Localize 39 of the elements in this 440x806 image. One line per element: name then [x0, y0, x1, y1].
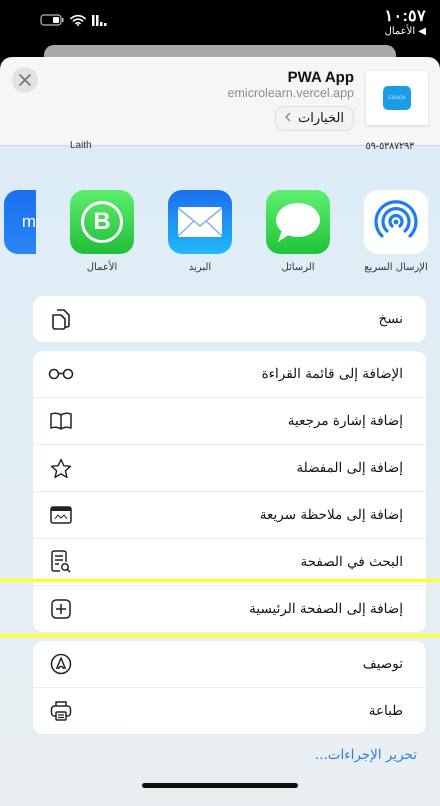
airdrop-icon[interactable] [364, 190, 428, 254]
pen-circle-icon [50, 653, 72, 675]
printer-icon [50, 700, 72, 722]
chevron-icon [285, 112, 292, 122]
action-row[interactable]: الإضافة إلى قائمة القراءة [33, 351, 426, 397]
app-label: البريد [188, 262, 212, 273]
contact-name[interactable]: Laith [70, 140, 92, 151]
clock: ١٠:٥٧ [384, 7, 426, 25]
wifi-icon [70, 14, 86, 26]
note-icon [50, 506, 72, 524]
action-row[interactable]: نسخ [33, 296, 426, 342]
app-label: الأعمال [86, 262, 118, 273]
close-button[interactable] [12, 67, 38, 93]
close-icon [19, 74, 31, 86]
glasses-icon [48, 368, 74, 380]
edit-actions-link[interactable]: تحرير الإجراءات... [314, 747, 417, 763]
app-icon[interactable]: m [4, 190, 36, 254]
action-row[interactable]: إضافة إلى المفضلة [33, 444, 426, 491]
chat-bubble-icon[interactable] [266, 190, 330, 254]
action-row[interactable]: إضافة إلى الصفحة الرئيسية [33, 585, 426, 632]
envelope-icon[interactable] [168, 190, 232, 254]
action-row[interactable]: إضافة إلى ملاحظة سريعة [33, 491, 426, 538]
app-label: الإرسال السريع [364, 262, 428, 273]
book-icon [49, 412, 73, 430]
page-url: emicrolearn.vercel.app [228, 86, 354, 100]
action-row[interactable]: توصيف [33, 641, 426, 687]
battery-icon [40, 14, 64, 26]
contact-name[interactable]: ٥٣٨٧٢٩٣-٥٩ [366, 140, 414, 152]
action-row[interactable]: إضافة إشارة مرجعية [33, 397, 426, 444]
page-search-icon [50, 550, 72, 574]
options-button[interactable]: الخيارات [275, 106, 354, 131]
action-row[interactable]: طباعة [33, 687, 426, 734]
copy-icon [50, 307, 72, 331]
signal-icon [92, 14, 108, 26]
plus-square-icon [51, 599, 71, 619]
page-title: PWA App [288, 69, 354, 86]
star-icon [50, 458, 72, 478]
back-to-app-link[interactable]: ◀ الأعمال [384, 26, 426, 37]
app-label: الرسائل [281, 262, 315, 273]
